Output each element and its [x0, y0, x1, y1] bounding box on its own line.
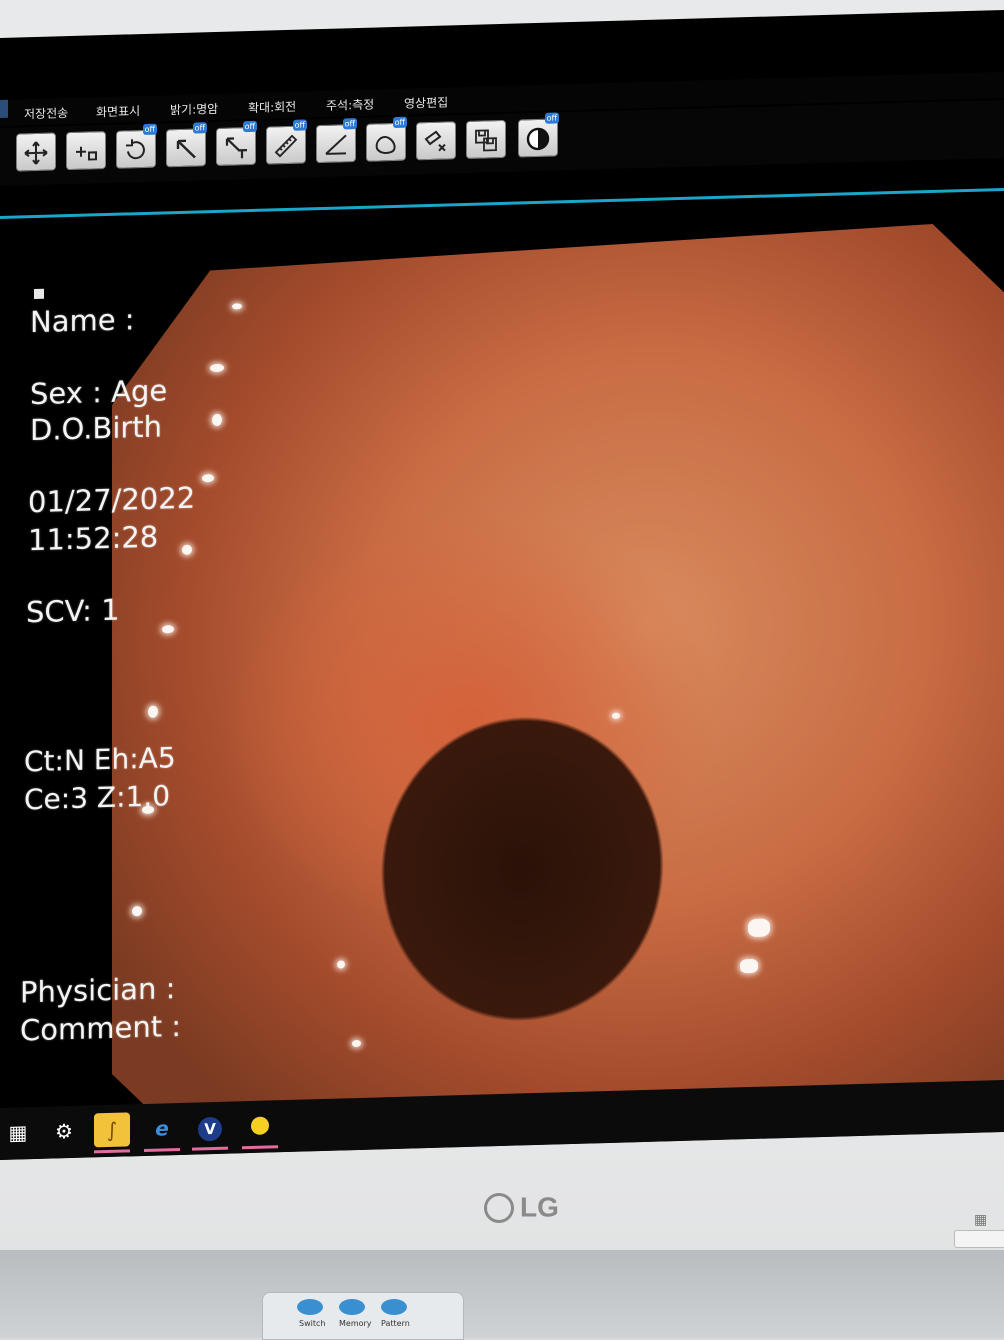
move-tool-button[interactable]	[16, 132, 56, 172]
taskbar-app-yellow[interactable]: ∫	[94, 1112, 130, 1154]
light-reflection	[182, 545, 192, 555]
endoscopy-image	[112, 222, 1004, 1127]
save-tool-button[interactable]	[466, 119, 506, 159]
pan-icon	[76, 146, 97, 161]
pattern-button[interactable]	[381, 1299, 407, 1315]
light-reflection	[337, 960, 345, 968]
exam-date: 01/27/2022	[28, 480, 196, 520]
windows-start-icon: ▦	[8, 1120, 28, 1145]
monitor-power-button[interactable]	[954, 1230, 1004, 1248]
freehand-tool-button[interactable]: off	[366, 116, 407, 162]
desk-area	[0, 1250, 1004, 1338]
move-icon	[24, 141, 48, 165]
light-reflection	[352, 1040, 361, 1047]
ruler-icon	[274, 134, 298, 158]
rotate-icon	[126, 139, 145, 160]
delete-measure-tool-button[interactable]	[416, 121, 456, 161]
arrow-text-icon	[225, 137, 247, 159]
rotate-tool-button[interactable]: off	[116, 123, 157, 169]
light-reflection	[748, 918, 770, 937]
menu-brightness-contrast[interactable]: 밝기:명암	[170, 100, 218, 118]
off-badge: off	[192, 122, 207, 134]
off-badge: off	[342, 118, 357, 130]
app-robot-icon: ⚙	[55, 1118, 73, 1144]
taskbar-app-robot[interactable]: ⚙	[46, 1114, 82, 1149]
menu-display[interactable]: 화면표시	[96, 102, 140, 120]
active-indicator	[144, 1147, 180, 1152]
active-indicator	[192, 1146, 228, 1151]
light-reflection	[132, 906, 142, 916]
contrast-tool-button[interactable]: off	[518, 112, 559, 158]
ct-eh-settings: Ct:N Eh:A5	[24, 741, 176, 779]
off-badge: off	[142, 123, 157, 136]
light-reflection	[202, 474, 214, 482]
menu-save-send[interactable]: 저장전송	[24, 104, 68, 122]
menu-zoom-rotate[interactable]: 확대:회전	[248, 98, 296, 116]
light-reflection	[162, 625, 174, 633]
light-reflection	[232, 303, 242, 309]
freehand-icon	[375, 136, 396, 154]
left-side-tab[interactable]	[0, 99, 8, 118]
arrow-tool-button[interactable]: off	[166, 122, 207, 168]
monitor-screen: 저장전송 화면표시 밝기:명암 확대:회전 주석:측정 영상편집 off off…	[0, 9, 1004, 1161]
lg-logo: LG	[484, 1190, 559, 1224]
physician-label: Physician :	[20, 971, 176, 1010]
taskbar-viewer[interactable]: V	[192, 1110, 228, 1151]
switch-label: Switch	[299, 1319, 326, 1328]
off-badge: off	[292, 119, 307, 131]
monitor-grid-icon: ▦	[974, 1212, 988, 1228]
menu-image-edit[interactable]: 영상편집	[404, 93, 448, 111]
arrow-text-tool-button[interactable]: off	[216, 120, 257, 166]
light-reflection	[212, 414, 222, 426]
active-indicator	[242, 1145, 278, 1150]
scv-value: SCV: 1	[26, 592, 120, 630]
angle-icon	[325, 134, 347, 155]
patient-dob-label: D.O.Birth	[30, 409, 163, 448]
off-badge: off	[242, 120, 257, 133]
angle-tool-button[interactable]: off	[316, 118, 357, 164]
patient-name-label: Name :	[30, 302, 135, 340]
pattern-label: Pattern	[381, 1319, 410, 1328]
light-reflection	[740, 959, 758, 974]
comment-label: Comment :	[20, 1008, 182, 1048]
toolbar-divider-line	[0, 187, 1004, 219]
delete-measure-icon	[424, 130, 446, 152]
endoscope-control-panel: Switch Memory Pattern	[262, 1292, 464, 1340]
taskbar-internet-explorer[interactable]: e	[144, 1111, 180, 1152]
active-indicator	[94, 1149, 130, 1154]
light-reflection	[210, 364, 224, 372]
ruler-tool-button[interactable]: off	[266, 119, 307, 165]
pan-tool-button[interactable]	[66, 131, 106, 171]
off-badge: off	[544, 112, 559, 124]
light-reflection	[148, 706, 158, 718]
save-icon	[475, 129, 497, 152]
off-badge: off	[392, 116, 407, 129]
memory-button[interactable]	[339, 1299, 365, 1315]
switch-button[interactable]	[297, 1299, 323, 1315]
lg-logo-icon	[484, 1192, 514, 1223]
overlay-marker	[34, 288, 44, 300]
memory-label: Memory	[339, 1319, 372, 1328]
windows-start-button[interactable]: ▦	[0, 1115, 36, 1150]
contrast-icon	[526, 127, 550, 151]
lg-brand-text: LG	[520, 1191, 559, 1223]
menu-annotate-measure[interactable]: 주석:측정	[326, 96, 374, 114]
yellow-dot-icon	[251, 1116, 269, 1135]
viewer-v-icon: V	[198, 1116, 222, 1142]
app-yellow-icon: ∫	[106, 1117, 118, 1143]
ce-zoom-settings: Ce:3 Z:1.0	[24, 779, 171, 817]
internet-explorer-icon: e	[155, 1116, 169, 1141]
exam-time: 11:52:28	[28, 519, 159, 558]
taskbar-yellow-app[interactable]	[242, 1108, 278, 1150]
arrow-icon	[176, 139, 196, 159]
light-reflection	[612, 713, 620, 719]
patient-sex-age-label: Sex : Age	[30, 373, 168, 412]
